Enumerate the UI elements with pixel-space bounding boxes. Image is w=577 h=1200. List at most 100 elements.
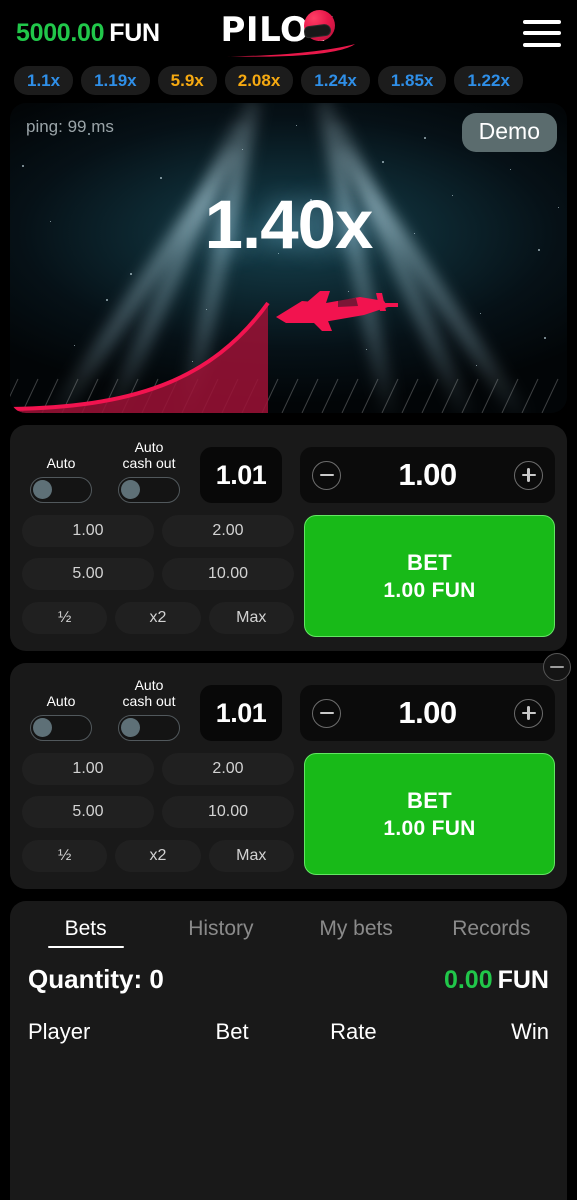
bet-button[interactable]: BET 1.00 FUN [304,753,555,875]
bet-button[interactable]: BET 1.00 FUN [304,515,555,637]
column-header-bet: Bet [215,1019,249,1044]
plus-circle-icon[interactable] [514,698,543,728]
menu-bar-3 [523,42,561,47]
bet-button-amount: 1.00 FUN [383,578,476,602]
bet-panel: Auto Auto cash out 1.01 1.00 1.00 2.00 5.00 10.0… [10,653,571,889]
total-amount: 0.00 [443,966,493,994]
history-chip[interactable]: 2.08x [224,66,294,95]
quick-amount-button[interactable]: 2.00 [162,515,294,547]
bets-tabs[interactable]: Bets History My bets Records [10,901,567,950]
auto-toggle[interactable] [30,715,92,741]
bet-button-label: BET [407,549,452,575]
history-chip[interactable]: 1.24x [301,66,370,95]
amount-modifier-button[interactable]: x2 [115,601,201,634]
bet-amount-value[interactable]: 1.00 [398,695,457,731]
panel-bottom-row: 1.00 2.00 5.00 10.00 ½ x2 Max BET 1.00 FUN [22,515,555,637]
auto-cashout-label: Auto cash out [122,677,176,709]
amount-modifier-button[interactable]: ½ [22,601,108,634]
panel-top-row: Auto Auto cash out 1.01 1.00 [22,439,555,503]
quantity-label: Quantity: 0 [28,964,164,994]
logo-text: PILOT [220,10,334,50]
auto-cashout-toggle[interactable] [118,477,180,503]
plus-circle-icon[interactable] [514,460,543,490]
toggle-knob [33,480,52,499]
tab-history[interactable]: History [153,911,288,950]
tab-bets[interactable]: Bets [18,911,153,950]
history-chip[interactable]: 1.19x [81,66,150,95]
auto-label: Auto [46,455,76,471]
bets-section: Bets History My bets Records Quantity: 0 0.… [10,901,567,1200]
minus-circle-icon[interactable] [312,460,341,490]
amount-modifier-button[interactable]: Max [208,839,294,872]
quick-amount-grid: 1.00 2.00 5.00 10.00 ½ x2 Max [22,753,294,875]
column-header-rate: Rate [330,1019,377,1044]
quick-amount-button[interactable]: 10.00 [162,796,294,829]
amount-modifier-button[interactable]: x2 [115,839,201,872]
total-amount-display: 0.00 FUN [444,966,549,995]
star-dot [296,125,298,127]
total-currency: FUN [497,966,549,994]
auto-toggle-group: Auto [22,693,100,741]
bet-panel: Auto Auto cash out 1.01 1.00 1.00 2.00 5.00 10.0… [10,425,567,651]
quick-amount-button[interactable]: 5.00 [22,558,154,591]
star-dot [510,169,512,171]
balance-currency: FUN [109,18,160,47]
panel-bottom-row: 1.00 2.00 5.00 10.00 ½ x2 Max BET 1.00 FUN [22,753,555,875]
panel-top-row: Auto Auto cash out 1.01 1.00 [22,677,555,741]
auto-cashout-value[interactable]: 1.01 [200,685,282,741]
star-dot [424,137,426,139]
quick-amount-button[interactable]: 5.00 [22,796,154,829]
bets-summary: Quantity: 0 0.00 FUN [10,950,567,1001]
history-chip[interactable]: 1.85x [377,66,447,95]
hamburger-menu-icon[interactable] [523,19,561,47]
remove-panel-icon[interactable] [543,653,571,681]
multiplier-history-bar[interactable]: 1.1x 1.19x 5.9x 2.08x 1.24x 1.85x 1.22x [0,66,577,103]
bet-amount-value[interactable]: 1.00 [398,457,457,493]
auto-label: Auto [46,693,76,709]
bet-button-amount: 1.00 FUN [383,816,476,840]
auto-cashout-toggle[interactable] [118,715,180,741]
history-chip[interactable]: 5.9x [157,66,217,95]
demo-mode-badge[interactable]: Demo [461,113,557,152]
balance-amount: 5000.00 [16,18,105,47]
balance-display: 5000.00 FUN [16,19,160,48]
quick-amount-grid: 1.00 2.00 5.00 10.00 ½ x2 Max [22,515,294,637]
toggle-knob [121,718,140,737]
auto-toggle-group: Auto [22,455,100,503]
quick-amount-button[interactable]: 2.00 [162,753,294,785]
menu-bar-2 [523,31,561,35]
amount-modifier-button[interactable]: Max [208,601,294,634]
column-header-win: Win [511,1019,549,1044]
tab-my-bets[interactable]: My bets [289,911,424,950]
pilot-logo: PILOT [221,6,357,60]
bet-button-label: BET [407,787,452,813]
game-canvas: ping: 99 ms Demo 1.40x [10,103,567,413]
bet-amount-stepper: 1.00 [300,685,555,741]
bet-panels: Auto Auto cash out 1.01 1.00 1.00 2.00 5.00 10.0… [0,413,577,889]
tab-records[interactable]: Records [424,911,559,950]
auto-cashout-label: Auto cash out [122,439,176,471]
auto-toggle[interactable] [30,477,92,503]
bet-amount-stepper: 1.00 [300,447,555,503]
bets-table-header: Player Bet Rate Win [10,1001,567,1045]
history-chip[interactable]: 1.22x [454,66,523,95]
minus-bar [550,665,564,669]
star-dot [160,177,162,179]
amount-modifier-button[interactable]: ½ [22,839,108,872]
auto-cashout-toggle-group: Auto cash out [110,439,188,503]
logo-swoosh-icon [226,44,355,57]
current-multiplier: 1.40x [204,186,374,263]
quick-amount-button[interactable]: 1.00 [22,753,154,785]
quick-amount-button[interactable]: 1.00 [22,515,154,547]
auto-cashout-value[interactable]: 1.01 [200,447,282,503]
menu-bar-1 [523,19,561,24]
ping-indicator: ping: 99 ms [26,117,114,136]
star-dot [22,165,24,167]
history-chip[interactable]: 1.1x [14,66,74,95]
quick-amount-button[interactable]: 10.00 [162,558,294,591]
app-header: 5000.00 FUN PILOT [0,0,577,66]
minus-circle-icon[interactable] [312,698,341,728]
column-header-player: Player [28,1019,91,1044]
toggle-knob [33,718,52,737]
airplane-icon [275,291,398,331]
